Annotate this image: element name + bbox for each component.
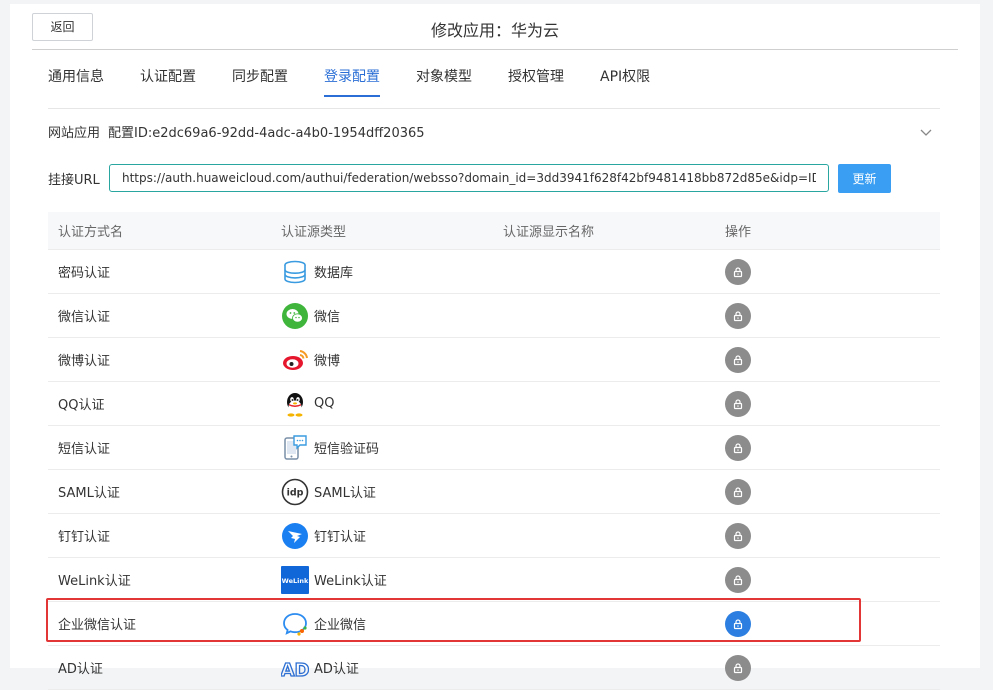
source-type: 微博 xyxy=(271,346,493,374)
page-title: 修改应用：华为云 xyxy=(430,21,559,40)
idp-icon: idp xyxy=(281,478,309,505)
auth-name: 密码认证 xyxy=(58,266,111,281)
source-type: 微信 xyxy=(271,302,493,330)
header-display-name: 认证源显示名称 xyxy=(503,225,595,240)
lock-toggle-button[interactable] xyxy=(725,478,751,505)
tab-login-config[interactable]: 登录配置 xyxy=(324,66,380,100)
auth-name: 微博认证 xyxy=(58,354,111,369)
auth-name: WeLink认证 xyxy=(58,574,131,589)
auth-method-table: 认证方式名 认证源类型 认证源显示名称 操作 密码认证 数据库 微信认证 微信 … xyxy=(48,212,940,690)
welink-icon: WeLink xyxy=(281,565,309,594)
header-divider xyxy=(32,49,958,50)
lock-toggle-button[interactable] xyxy=(725,346,751,373)
source-type: 企业微信 xyxy=(271,610,493,638)
lock-toggle-button[interactable] xyxy=(725,522,751,549)
tab-general-info[interactable]: 通用信息 xyxy=(48,66,104,100)
source-type-label: 数据库 xyxy=(314,266,354,281)
auth-name: SAML认证 xyxy=(58,486,120,501)
tab-auth-config[interactable]: 认证配置 xyxy=(140,66,196,100)
lock-icon xyxy=(733,266,743,277)
source-type-label: WeLink认证 xyxy=(314,574,387,589)
app-edit-panel: 返回 修改应用：华为云 通用信息 认证配置 同步配置 登录配置 对象模型 授权管… xyxy=(10,4,980,690)
source-type: idp SAML认证 xyxy=(271,478,493,506)
auth-name: QQ认证 xyxy=(58,398,105,413)
database-icon xyxy=(284,260,306,283)
source-type-label: SAML认证 xyxy=(314,486,376,501)
source-type-label: 钉钉认证 xyxy=(314,530,367,545)
qq-icon xyxy=(287,392,303,417)
chevron-down-icon[interactable] xyxy=(918,124,934,140)
source-type: WeLink WeLink认证 xyxy=(271,565,493,594)
table-row: 微博认证 微博 xyxy=(48,338,940,382)
source-type-label: 微博 xyxy=(314,354,341,369)
tab-authorization[interactable]: 授权管理 xyxy=(508,66,564,100)
source-type-label: 微信 xyxy=(314,310,341,325)
table-row: 短信认证 短信验证码 xyxy=(48,426,940,470)
tab-object-model[interactable]: 对象模型 xyxy=(416,66,472,100)
svg-text:idp: idp xyxy=(287,487,304,498)
svg-text:WeLink: WeLink xyxy=(282,577,309,585)
auth-name: 短信认证 xyxy=(58,442,111,457)
app-info: 网站应用 配置ID:e2dc69a6-92dd-4adc-a4b0-1954dff… xyxy=(48,122,425,141)
lock-icon xyxy=(733,486,743,497)
lock-icon xyxy=(733,530,743,541)
lock-toggle-button[interactable] xyxy=(725,566,751,593)
header-auth-name: 认证方式名 xyxy=(58,225,124,240)
config-id: 配置ID:e2dc69a6-92dd-4adc-a4b0-1954dff2036… xyxy=(108,126,425,141)
table-row: SAML认证 idp SAML认证 xyxy=(48,470,940,514)
table-row: WeLink认证 WeLink WeLink认证 xyxy=(48,558,940,602)
lock-toggle-button[interactable] xyxy=(725,610,751,637)
update-button[interactable]: 更新 xyxy=(838,164,891,193)
lock-icon xyxy=(733,310,743,321)
source-type: QQ xyxy=(271,390,493,418)
lock-icon xyxy=(733,354,743,365)
source-type-label: 短信验证码 xyxy=(314,442,380,457)
tabs-divider xyxy=(48,108,940,109)
source-type: 数据库 xyxy=(271,258,493,286)
lock-icon xyxy=(733,574,743,585)
header-source-type: 认证源类型 xyxy=(281,225,347,240)
auth-name: 企业微信认证 xyxy=(58,618,137,633)
lock-icon xyxy=(733,442,743,453)
lock-toggle-button[interactable] xyxy=(725,302,751,329)
tab-sync-config[interactable]: 同步配置 xyxy=(232,66,288,100)
table-row: QQ认证 QQ xyxy=(48,382,940,426)
tab-api-permission[interactable]: API权限 xyxy=(600,66,650,100)
app-type: 网站应用 xyxy=(48,126,101,141)
lock-toggle-button[interactable] xyxy=(725,390,751,417)
table-header: 认证方式名 认证源类型 认证源显示名称 操作 xyxy=(48,212,940,250)
sms-icon xyxy=(284,434,307,460)
tab-bar: 通用信息 认证配置 同步配置 登录配置 对象模型 授权管理 API权限 xyxy=(48,66,686,100)
table-row: AD认证 AD AD认证 xyxy=(48,646,940,690)
hook-url-input[interactable] xyxy=(109,164,829,192)
table-row: 密码认证 数据库 xyxy=(48,250,940,294)
table-row: 企业微信认证 企业微信 xyxy=(48,602,940,646)
dingtalk-icon xyxy=(282,522,308,549)
auth-name: 微信认证 xyxy=(58,310,111,325)
lock-icon xyxy=(733,398,743,409)
source-type: 钉钉认证 xyxy=(271,522,493,550)
weibo-icon xyxy=(283,349,308,370)
source-type-label: QQ xyxy=(314,396,335,411)
lock-toggle-button[interactable] xyxy=(725,258,751,285)
table-row: 钉钉认证 钉钉认证 xyxy=(48,514,940,558)
url-label: 挂接URL xyxy=(48,173,100,188)
header-action: 操作 xyxy=(725,225,752,240)
svg-text:AD: AD xyxy=(281,660,309,681)
lock-icon xyxy=(733,618,743,629)
source-type-label: 企业微信 xyxy=(314,618,367,633)
wechat-icon xyxy=(282,302,308,329)
table-row: 微信认证 微信 xyxy=(48,294,940,338)
auth-name: 钉钉认证 xyxy=(58,530,111,545)
wecom-icon xyxy=(283,612,307,636)
lock-toggle-button[interactable] xyxy=(725,434,751,461)
source-type: 短信验证码 xyxy=(271,434,493,462)
